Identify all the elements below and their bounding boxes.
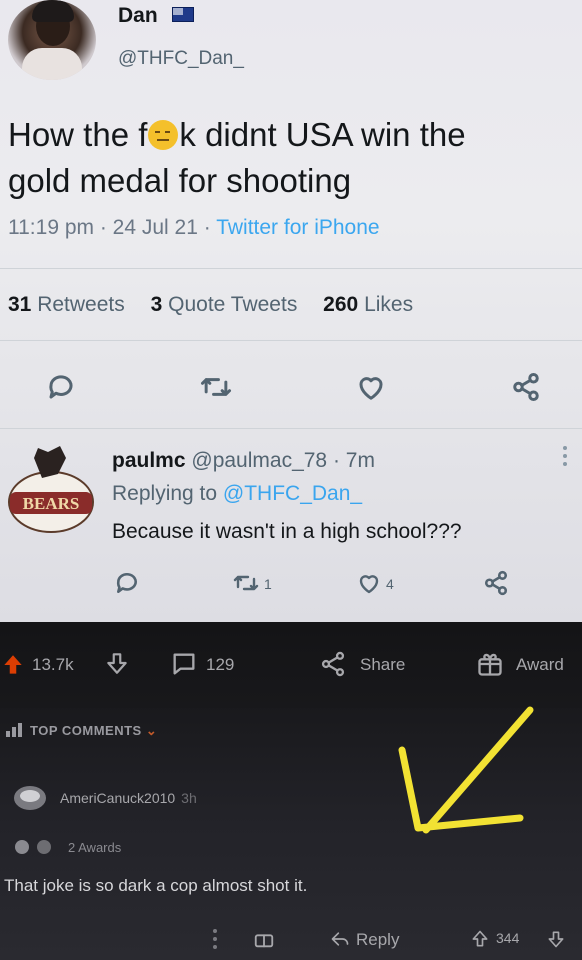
- upvote-icon[interactable]: [470, 928, 490, 955]
- award-icon[interactable]: [476, 650, 504, 683]
- upvote-icon[interactable]: [0, 652, 26, 683]
- author-avatar[interactable]: [8, 0, 96, 80]
- comment-text: That joke is so dark a cop almost shot i…: [4, 876, 308, 895]
- tweet-stats: 31 Retweets 3 Quote Tweets 260 Likes: [8, 293, 433, 317]
- comment-awards: 2 Awards: [68, 840, 122, 855]
- annotation-arrow: [398, 706, 534, 834]
- like-icon[interactable]: [356, 372, 386, 407]
- author-handle[interactable]: @THFC_Dan_: [118, 48, 244, 70]
- author-display-name[interactable]: Dan: [118, 4, 158, 28]
- like-icon[interactable]: [356, 571, 382, 600]
- retweet-icon[interactable]: [200, 372, 232, 407]
- downvote-icon[interactable]: [104, 650, 130, 681]
- reply-icon[interactable]: [46, 372, 76, 407]
- bar-chart-icon: [6, 723, 22, 737]
- divider: [0, 268, 582, 269]
- top-comments-sort[interactable]: TOP COMMENTS ⌄: [6, 723, 157, 739]
- reply-text: Because it wasn't in a high school???: [112, 520, 462, 543]
- kebab-icon[interactable]: [212, 928, 218, 955]
- retweets-stat[interactable]: 31 Retweets: [8, 293, 125, 316]
- downvote-icon[interactable]: [546, 928, 566, 955]
- commenter-name[interactable]: AmeriCanuck2010 3h: [60, 790, 197, 806]
- reply-like-count: 4: [386, 576, 394, 592]
- divider: [0, 340, 582, 341]
- tweet-source-link[interactable]: Twitter for iPhone: [216, 216, 379, 239]
- likes-stat[interactable]: 260 Likes: [323, 293, 413, 316]
- share-icon[interactable]: [318, 650, 348, 683]
- quotes-stat[interactable]: 3 Quote Tweets: [151, 293, 298, 316]
- share-icon[interactable]: [482, 570, 510, 601]
- upvote-count: 13.7k: [32, 655, 74, 674]
- reply-button-label[interactable]: Reply: [356, 930, 399, 950]
- reply-arrow-icon[interactable]: [330, 930, 350, 953]
- replying-to-mention[interactable]: @THFC_Dan_: [223, 482, 362, 505]
- divider: [0, 428, 582, 429]
- comment-score: 344: [496, 930, 520, 946]
- tweet-timestamp: 11:19 pm · 24 Jul 21 · Twitter for iPhon…: [8, 216, 380, 239]
- flag-icon: [172, 7, 194, 22]
- share-icon[interactable]: [510, 372, 542, 407]
- worried-face-emoji-icon: [148, 120, 179, 150]
- commenter-avatar[interactable]: [12, 784, 48, 817]
- reply-retweet-count: 1: [264, 576, 272, 592]
- award-icon[interactable]: [252, 928, 276, 955]
- tweet-screenshot: Dan @THFC_Dan_ How the fk didnt USA win …: [0, 0, 582, 622]
- comment-icon[interactable]: [170, 650, 198, 683]
- retweet-icon[interactable]: [232, 571, 260, 600]
- comment-count: 129: [206, 655, 235, 674]
- award-button-label[interactable]: Award: [516, 655, 564, 675]
- reply-author-avatar[interactable]: BEARS: [6, 440, 96, 540]
- award-badge-icon: [14, 838, 62, 861]
- replying-to: Replying to @THFC_Dan_: [112, 482, 363, 505]
- reply-icon[interactable]: [114, 570, 140, 601]
- kebab-icon[interactable]: [562, 446, 568, 472]
- share-button-label[interactable]: Share: [360, 655, 405, 675]
- reply-author[interactable]: paulmc @paulmac_78 · 7m: [112, 449, 375, 473]
- tweet-text: How the fk didnt USA win the gold medal …: [8, 116, 466, 199]
- bears-logo-text: BEARS: [23, 494, 80, 513]
